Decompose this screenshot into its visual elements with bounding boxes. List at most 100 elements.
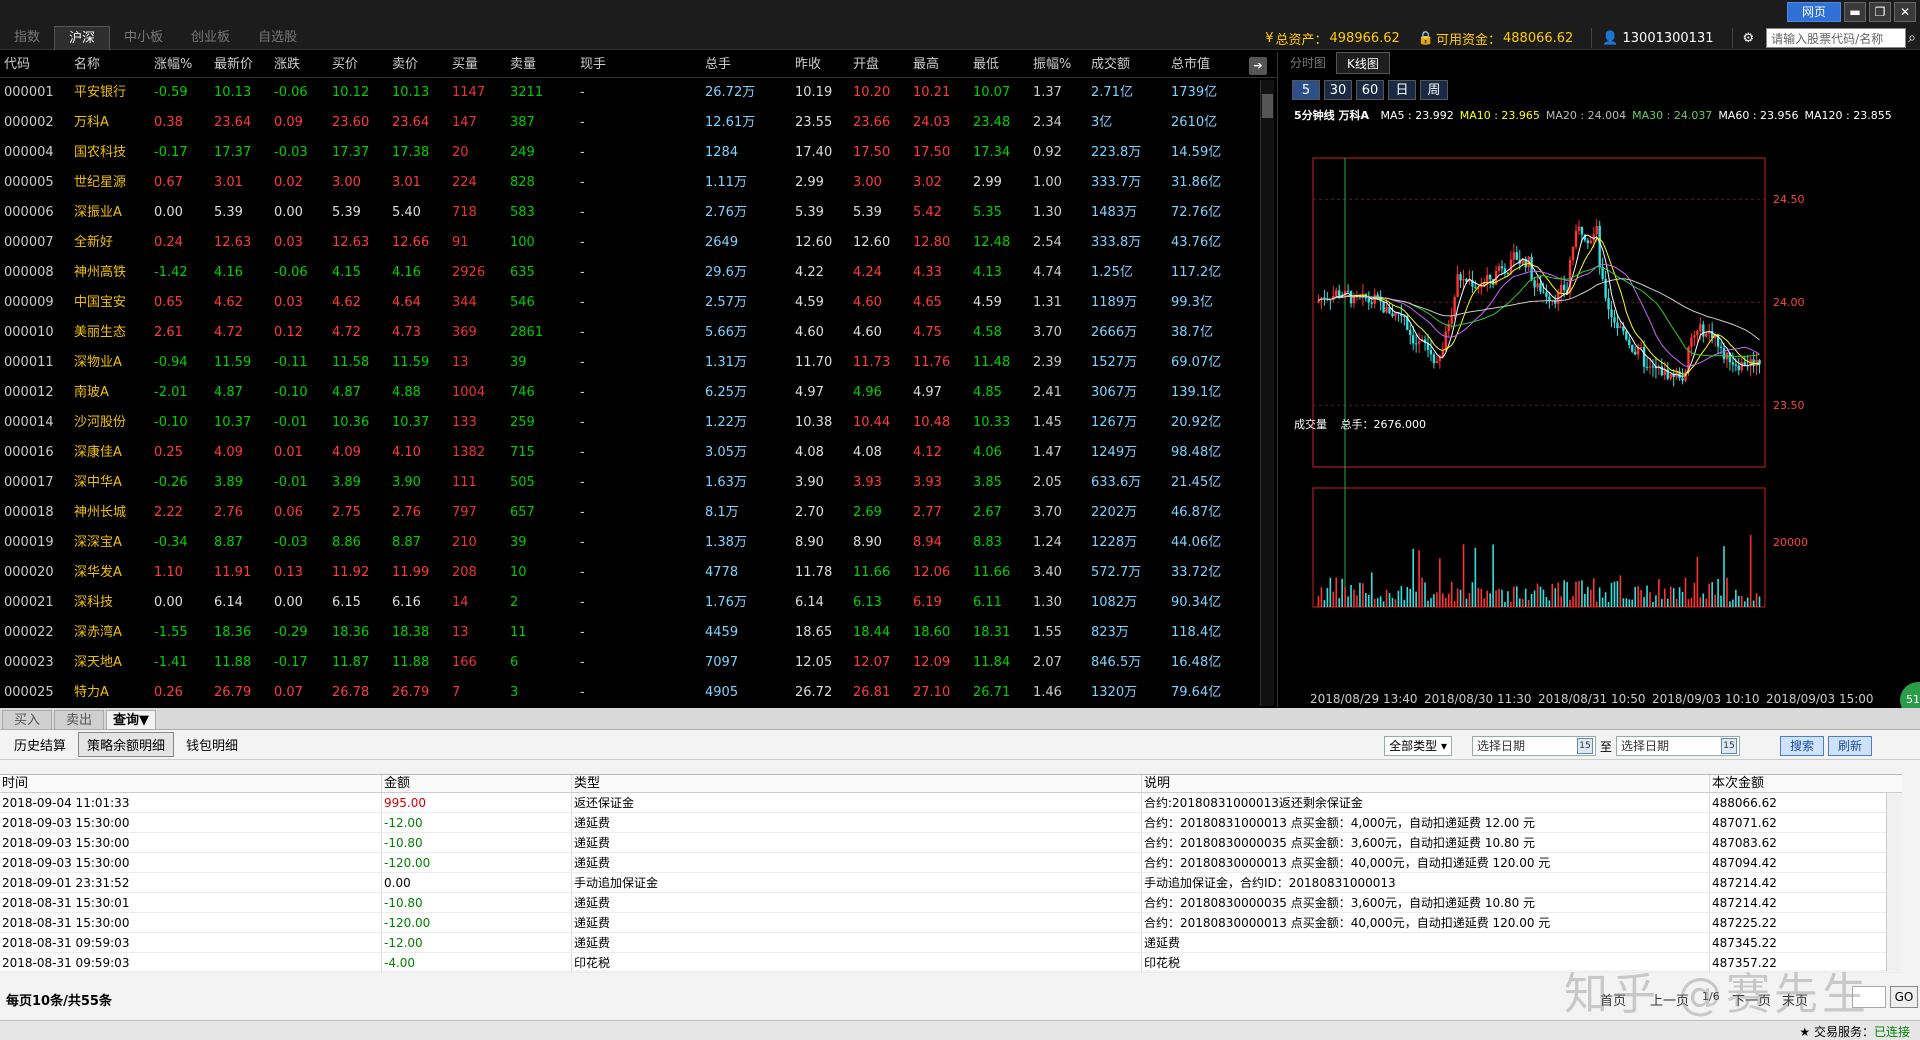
search-icon[interactable]: ⌕	[1908, 30, 1916, 46]
quote-row[interactable]: 000004 国农科技 -0.17 17.37 -0.03 17.37 17.38 20 249…	[0, 138, 1277, 168]
cell-bid: 4.09	[332, 445, 361, 460]
quote-row[interactable]: 000008 神州高铁 -1.42 4.16 -0.06 4.15 4.16 2926 635 -…	[0, 258, 1277, 288]
quote-row[interactable]: 000011 深物业A -0.94 11.59 -0.11 11.58 11.59 13 39 -…	[0, 348, 1277, 378]
tab-kline[interactable]: K线图	[1336, 52, 1390, 74]
header-current-hand[interactable]: 现手	[576, 52, 701, 77]
quote-row[interactable]: 000025 特力A 0.26 26.79 0.07 26.78 26.79 7 3 - 4905 2…	[0, 678, 1277, 708]
stock-search-input[interactable]: 请输入股票代码/名称	[1766, 28, 1907, 48]
header-low[interactable]: 最低	[969, 52, 1029, 77]
quote-row[interactable]: 000009 中国宝安 0.65 4.62 0.03 4.62 4.64 344 546 - 2.5…	[0, 288, 1277, 318]
tab-index[interactable]: 指数	[0, 26, 54, 50]
quote-row[interactable]: 000010 美丽生态 2.61 4.72 0.12 4.72 4.73 369 2861 - 5.…	[0, 318, 1277, 348]
close-button[interactable]: ✕	[1894, 2, 1916, 22]
cell-current-hand: -	[580, 115, 585, 130]
quote-row[interactable]: 000012 南玻A -2.01 4.87 -0.10 4.87 4.88 1004 746 - 6…	[0, 378, 1277, 408]
quote-row[interactable]: 000021 深科技 0.00 6.14 0.00 6.15 6.16 14 2 - 1.76万 6.…	[0, 588, 1277, 618]
tab-wallet[interactable]: 钱包明细	[178, 733, 246, 756]
calendar-icon[interactable]: 15	[1576, 738, 1593, 754]
period-60-button[interactable]: 60	[1356, 80, 1384, 100]
ledger-row[interactable]: 2018-09-04 11:01:33 995.00 返还保证金 合约:2018083…	[0, 793, 1902, 813]
cell-current-hand: -	[580, 625, 585, 640]
header-total-vol[interactable]: 总手	[701, 52, 791, 77]
cell-change-pct: -0.59	[154, 85, 188, 100]
tab-chinext[interactable]: 创业板	[177, 26, 244, 50]
header-name[interactable]: 名称	[70, 52, 150, 77]
quote-row[interactable]: 000007 全新好 0.24 12.63 0.03 12.63 12.66 91 100 - 26…	[0, 228, 1277, 258]
settings-icon[interactable]: ⚙	[1743, 31, 1755, 46]
volume-label: 成交量 总手：2676.000	[1294, 416, 1426, 432]
header-last-price[interactable]: 最新价	[210, 52, 270, 77]
cell-prev-close: 18.65	[795, 625, 833, 640]
header-open[interactable]: 开盘	[849, 52, 909, 77]
date-from-input[interactable]: 选择日期 15	[1471, 736, 1596, 756]
header-bid[interactable]: 买价	[328, 52, 388, 77]
header-ask-vol[interactable]: 卖量	[506, 52, 576, 77]
scroll-thumb[interactable]	[1262, 94, 1273, 118]
ledger-row[interactable]: 2018-08-31 15:30:00 -120.00 递延费 合约：20180830…	[0, 913, 1902, 933]
tab-hushen[interactable]: 沪深	[54, 26, 111, 50]
ledger-row[interactable]: 2018-08-31 15:30:01 -10.80 递延费 合约：201808300…	[0, 893, 1902, 913]
quote-row[interactable]: 000005 世纪星源 0.67 3.01 0.02 3.00 3.01 224 828 - 1.1…	[0, 168, 1277, 198]
cell-amplitude: 2.07	[1033, 655, 1062, 670]
cell-bid-vol: 133	[452, 415, 477, 430]
header-turnover[interactable]: 成交额	[1087, 52, 1167, 77]
quote-row[interactable]: 000017 深中华A -0.26 3.89 -0.01 3.89 3.90 111 505 - 1…	[0, 468, 1277, 498]
minimize-button[interactable]: ▬	[1844, 2, 1866, 22]
quote-row[interactable]: 000018 神州长城 2.22 2.76 0.06 2.75 2.76 797 657 - 8.1…	[0, 498, 1277, 528]
quote-row[interactable]: 000022 深赤湾A -1.55 18.36 -0.29 18.36 18.38 13 11-…	[0, 618, 1277, 648]
web-button[interactable]: 网页	[1787, 2, 1841, 22]
date-to-input[interactable]: 选择日期 15	[1616, 736, 1740, 756]
header-prev-close[interactable]: 昨收	[791, 52, 849, 77]
tab-sell[interactable]: 卖出	[54, 710, 104, 730]
refresh-button[interactable]: 刷新	[1828, 736, 1872, 756]
quote-row[interactable]: 000019 深深宝A -0.34 8.87 -0.03 8.86 8.87 210 39 - 1.…	[0, 528, 1277, 558]
cell-low: 2.67	[973, 505, 1002, 520]
quote-row[interactable]: 000016 深康佳A 0.25 4.09 0.01 4.09 4.10 1382 715 - 3.…	[0, 438, 1277, 468]
cell-bid-vol: 91	[452, 235, 469, 250]
period-5-button[interactable]: 5	[1292, 80, 1320, 100]
tab-history-settlement[interactable]: 历史结算	[6, 733, 74, 756]
cell-prev-close: 4.97	[795, 385, 824, 400]
quote-row[interactable]: 000006 深振业A 0.00 5.39 0.00 5.39 5.40 718 583 - 2.7…	[0, 198, 1277, 228]
quote-row[interactable]: 000001 平安银行 -0.59 10.13 -0.06 10.12 10.13 1147 3…	[0, 78, 1277, 108]
quote-row[interactable]: 000002 万科A 0.38 23.64 0.09 23.60 23.64 147 387 - 1…	[0, 108, 1277, 138]
header-ask[interactable]: 卖价	[388, 52, 448, 77]
ledger-row[interactable]: 2018-08-31 09:59:03 -12.00 递延费 递延费 487345.22	[0, 933, 1902, 953]
header-market-cap[interactable]: 总市值	[1167, 52, 1257, 77]
header-change[interactable]: 涨跌	[270, 52, 328, 77]
cell-low: 17.34	[973, 145, 1011, 160]
header-high[interactable]: 最高	[909, 52, 969, 77]
header-code[interactable]: 代码	[0, 52, 70, 77]
tab-sme[interactable]: 中小板	[110, 26, 177, 50]
quote-scrollbar[interactable]	[1260, 80, 1274, 706]
type-select[interactable]: 全部类型 ▾	[1384, 736, 1452, 756]
period-day-button[interactable]: 日	[1388, 80, 1416, 100]
ledger-row[interactable]: 2018-09-01 23:31:52 0.00 手动追加保证金 手动追加保证金，合约…	[0, 873, 1902, 893]
ledger-row[interactable]: 2018-09-03 15:30:00 -12.00 递延费 合约：201808310…	[0, 813, 1902, 833]
user-account[interactable]: 13001300131	[1623, 31, 1714, 46]
ledger-scrollbar[interactable]	[1886, 793, 1902, 971]
search-button[interactable]: 搜索	[1780, 736, 1824, 756]
period-week-button[interactable]: 周	[1420, 80, 1448, 100]
quote-row[interactable]: 000014 沙河股份 -0.10 10.37 -0.01 10.36 10.37 133 25…	[0, 408, 1277, 438]
tab-strategy-balance[interactable]: 策略余额明细	[78, 732, 175, 757]
header-amplitude[interactable]: 振幅%	[1029, 52, 1087, 77]
quote-row[interactable]: 000020 深华发A 1.10 11.91 0.13 11.92 11.99 208 10 - 4…	[0, 558, 1277, 588]
cell-code: 000019	[4, 535, 54, 550]
header-change-pct[interactable]: 涨幅%	[150, 52, 210, 77]
ledger-row[interactable]: 2018-09-03 15:30:00 -10.80 递延费 合约：201808300…	[0, 833, 1902, 853]
quote-row[interactable]: 000023 深天地A -1.41 11.88 -0.17 11.87 11.88 166 6 -…	[0, 648, 1277, 678]
calendar-icon[interactable]: 15	[1721, 738, 1737, 754]
ledger-row[interactable]: 2018-09-03 15:30:00 -120.00 递延费 合约：20180830…	[0, 853, 1902, 873]
period-30-button[interactable]: 30	[1324, 80, 1352, 100]
go-button[interactable]: GO	[1890, 986, 1918, 1008]
tab-watchlist[interactable]: 自选股	[244, 26, 311, 50]
expand-arrow-icon[interactable]: ➔	[1249, 57, 1267, 75]
restore-button[interactable]: ❐	[1869, 2, 1891, 22]
header-bid-vol[interactable]: 买量	[448, 52, 506, 77]
tab-query[interactable]: 查询▼	[106, 710, 156, 730]
candle-body	[1548, 296, 1551, 301]
candle-body	[1737, 365, 1740, 371]
tab-buy[interactable]: 买入	[2, 710, 52, 730]
tab-intraday[interactable]: 分时图	[1280, 52, 1336, 74]
